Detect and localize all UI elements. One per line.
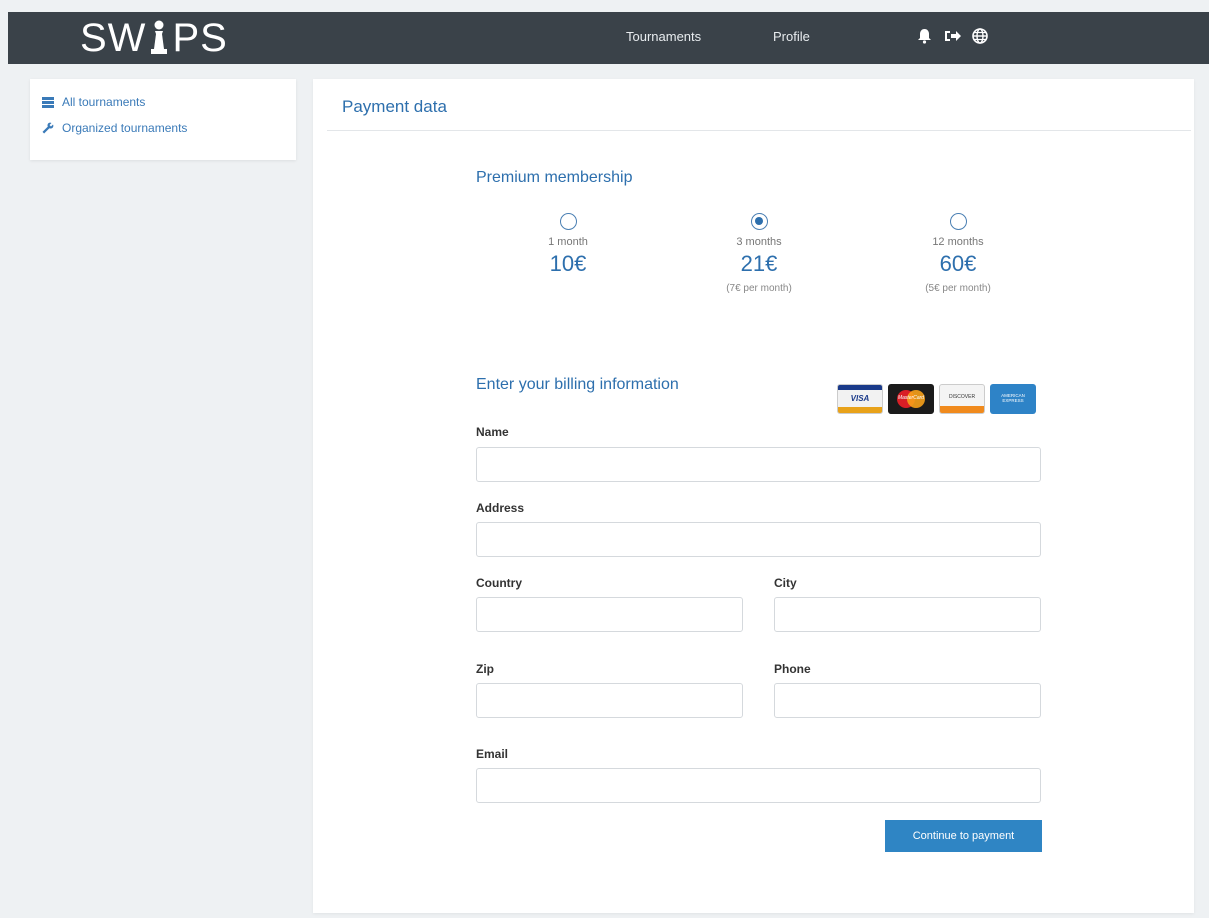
- plan-price: 10€: [549, 251, 587, 276]
- page-title: Payment data: [342, 97, 447, 116]
- sidebar-item-organized-tournaments[interactable]: Organized tournaments: [42, 121, 284, 135]
- continue-to-payment-button[interactable]: Continue to payment: [885, 820, 1042, 852]
- brand-prefix: SW: [80, 16, 147, 60]
- chess-pawn-icon: [151, 20, 168, 54]
- card-name: MasterCard: [897, 395, 925, 401]
- nav-icon-group: [915, 26, 989, 46]
- plan-radio-1-month[interactable]: [559, 213, 577, 230]
- plan-option-12-months[interactable]: 12 months 60€ (5€ per month): [888, 213, 1028, 294]
- plan-per-month: (5€ per month): [925, 283, 991, 294]
- bell-icon[interactable]: [915, 26, 933, 46]
- nav-profile-link[interactable]: Profile: [773, 29, 810, 44]
- plan-option-3-months[interactable]: 3 months 21€ (7€ per month): [689, 213, 829, 294]
- plan-price: 60€: [939, 251, 977, 276]
- city-label: City: [774, 576, 797, 590]
- plan-period: 1 month: [548, 236, 588, 248]
- plan-per-month: (7€ per month): [726, 283, 792, 294]
- plan-price: 21€: [740, 251, 778, 276]
- name-field[interactable]: [476, 447, 1041, 482]
- zip-field[interactable]: [476, 683, 743, 718]
- brand-suffix: PS: [172, 16, 228, 60]
- zip-label: Zip: [476, 662, 494, 676]
- visa-card-icon: VISA: [837, 384, 883, 414]
- card-name: DISCOVER: [948, 394, 976, 400]
- payment-panel: Payment data Premium membership 1 month …: [313, 79, 1194, 913]
- city-field[interactable]: [774, 597, 1041, 632]
- card-logos: VISA MasterCard DISCOVER AMERICAN EXPRES…: [837, 384, 1036, 414]
- address-field[interactable]: [476, 522, 1041, 557]
- brand-logo[interactable]: SW PS: [80, 18, 228, 58]
- phone-field[interactable]: [774, 683, 1041, 718]
- country-label: Country: [476, 576, 522, 590]
- billing-info-heading: Enter your billing information: [476, 376, 679, 393]
- discover-card-icon: DISCOVER: [939, 384, 985, 414]
- address-label: Address: [476, 501, 525, 515]
- plan-option-1-month[interactable]: 1 month 10€: [498, 213, 638, 277]
- sign-out-icon[interactable]: [943, 26, 961, 46]
- wrench-icon: [42, 122, 54, 134]
- globe-icon[interactable]: [971, 26, 989, 46]
- title-divider: [327, 130, 1191, 131]
- sidebar-item-all-tournaments[interactable]: All tournaments: [42, 95, 284, 109]
- mastercard-card-icon: MasterCard: [888, 384, 934, 414]
- country-field[interactable]: [476, 597, 743, 632]
- sidebar: All tournaments Organized tournaments: [30, 79, 296, 160]
- top-navbar: SW PS Tournaments Profile: [8, 12, 1209, 64]
- name-label: Name: [476, 425, 509, 439]
- list-icon: [42, 96, 54, 108]
- phone-label: Phone: [774, 662, 811, 676]
- plan-radio-12-months[interactable]: [949, 213, 967, 230]
- sidebar-item-label: Organized tournaments: [62, 121, 188, 135]
- amex-card-icon: AMERICAN EXPRESS: [990, 384, 1036, 414]
- plan-period: 3 months: [736, 236, 782, 248]
- card-name: AMERICAN EXPRESS: [1001, 393, 1025, 403]
- plan-radio-3-months[interactable]: [750, 213, 768, 230]
- email-label: Email: [476, 747, 509, 761]
- premium-membership-heading: Premium membership: [476, 169, 633, 186]
- email-field[interactable]: [476, 768, 1041, 803]
- plan-period: 12 months: [932, 236, 984, 248]
- sidebar-item-label: All tournaments: [62, 95, 146, 109]
- card-name: VISA: [850, 394, 870, 403]
- nav-tournaments-link[interactable]: Tournaments: [626, 29, 701, 44]
